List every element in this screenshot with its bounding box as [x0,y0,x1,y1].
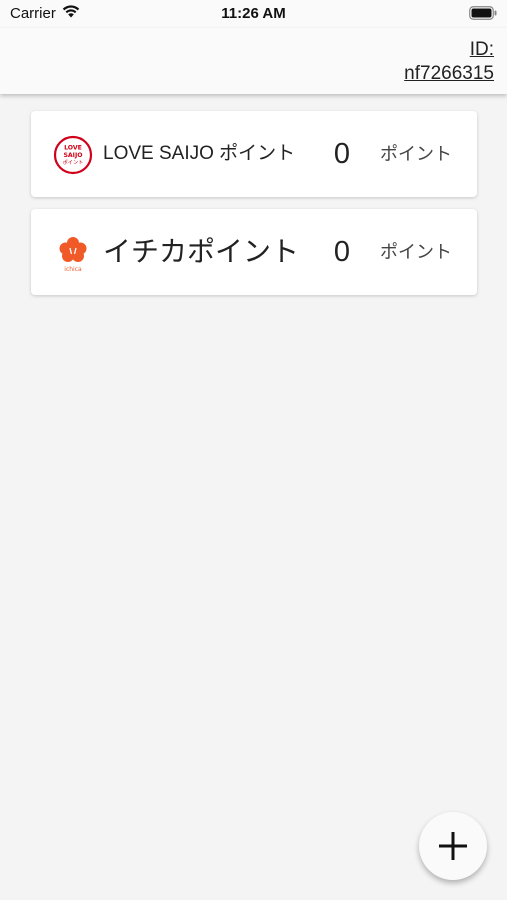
points-unit: ポイント [380,144,452,164]
user-id-label: ID: [469,39,494,60]
points-unit: ポイント [380,242,452,262]
logo-point-text: ポイント [63,158,84,166]
logo-saijo-text: SAIJO [63,152,82,159]
user-id-link[interactable]: ID: nf7266315 [404,38,494,86]
card-name: イチカポイント [103,236,300,267]
love-saijo-logo-icon: LOVE SAIJO ポイント [53,135,93,175]
points-value: 0 [333,236,351,268]
status-bar: Carrier 11:26 AM [0,0,507,28]
card-name: LOVE SAIJO ポイント [103,143,296,164]
user-id-value: nf7266315 [404,63,494,84]
battery-icon [469,6,497,20]
logo-ichica-text: ichica [64,266,82,273]
points-value: 0 [333,138,351,170]
point-card-ichica[interactable]: ichica イチカポイント 0 ポイント [31,209,477,295]
logo-love-text: LOVE [64,145,82,152]
app-bar: ID: nf7266315 [0,28,507,94]
plus-icon [439,832,467,860]
add-card-button[interactable] [419,812,487,880]
point-card-love-saijo[interactable]: LOVE SAIJO ポイント LOVE SAIJO ポイント 0 ポイント [31,111,477,197]
ichica-logo-icon: ichica [59,237,87,273]
clock: 11:26 AM [221,5,286,22]
